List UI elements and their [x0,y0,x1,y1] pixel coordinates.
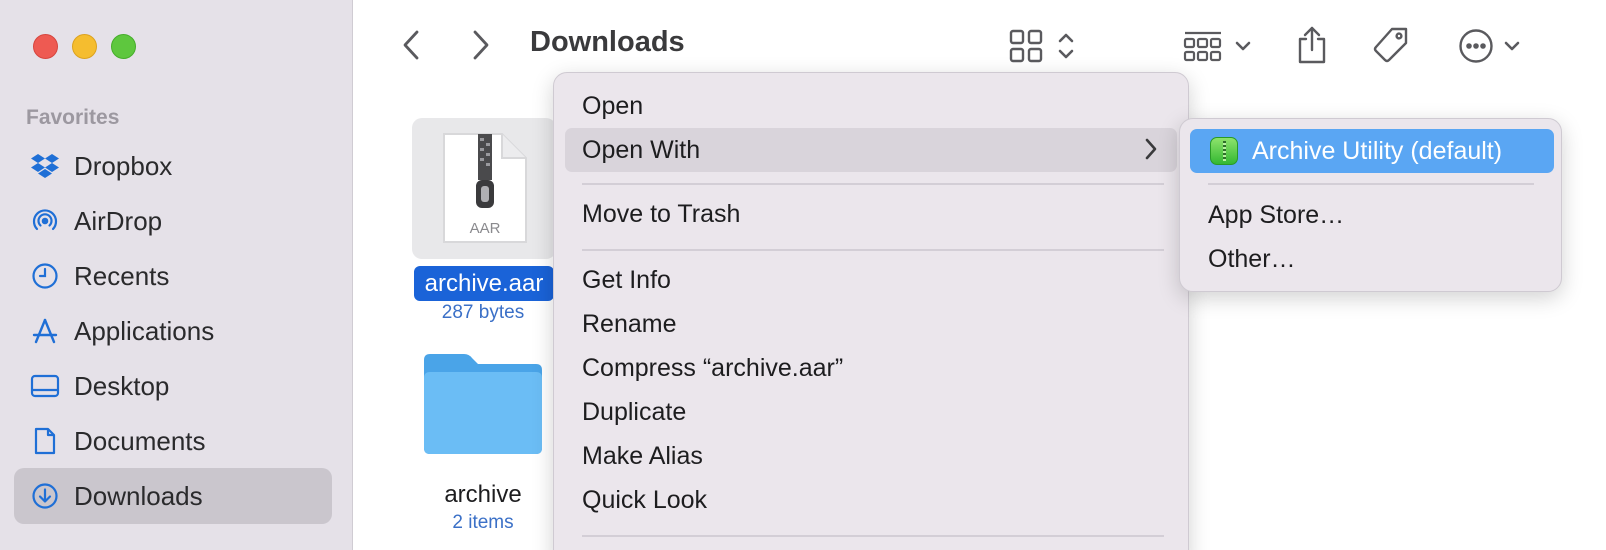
menu-item-rename[interactable]: Rename [582,303,677,345]
submenu-item-label: Archive Utility (default) [1252,136,1503,165]
ellipsis-circle-icon [1459,29,1493,63]
file-item-archive-aar[interactable]: AAR [412,118,556,259]
group-by-button[interactable] [1180,26,1254,66]
share-icon [1298,26,1326,64]
menu-item-open-with-label[interactable]: Open With [582,129,700,171]
forward-button[interactable] [466,28,496,62]
chevron-up-down-icon [1058,33,1074,59]
menu-separator [1208,183,1534,185]
sidebar-item-label: Downloads [74,480,203,511]
back-button[interactable] [396,28,426,62]
file-size-label: 287 bytes [441,302,525,323]
archive-utility-icon [1210,137,1238,165]
chevron-right-icon [473,30,489,60]
menu-item-move-to-trash[interactable]: Move to Trash [582,193,740,235]
chevron-down-icon [1504,41,1520,51]
folder-item-archive[interactable] [420,352,546,462]
document-icon [30,426,60,456]
dropbox-icon [30,151,60,181]
sidebar-item-dropbox[interactable]: Dropbox [14,138,332,194]
menu-item-open[interactable]: Open [582,85,643,127]
submenu-item-app-store[interactable]: App Store… [1208,195,1344,235]
open-with-submenu: Archive Utility (default) App Store… Oth… [1179,118,1562,292]
sidebar-item-downloads[interactable]: Downloads [14,468,332,524]
sidebar-item-desktop[interactable]: Desktop [14,358,332,414]
sidebar-item-label: Dropbox [74,150,173,181]
chevron-left-icon [403,30,419,60]
submenu-item-archive-utility[interactable]: Archive Utility (default) [1190,129,1554,173]
file-name-label[interactable]: archive.aar [414,266,554,301]
grid-view-icon [1009,29,1043,63]
menu-item-make-alias[interactable]: Make Alias [582,435,703,477]
airdrop-icon [30,206,60,236]
sidebar-item-label: Recents [74,260,170,291]
sidebar-item-label: Applications [74,315,215,346]
desktop-icon [30,371,60,401]
tags-button[interactable] [1370,24,1412,66]
menu-separator [582,183,1164,185]
file-type-badge: AAR [470,220,501,237]
window-controls [33,34,136,59]
minimize-window-button[interactable] [72,34,97,59]
zoom-window-button[interactable] [111,34,136,59]
menu-item-compress[interactable]: Compress “archive.aar” [582,347,843,389]
view-mode-button[interactable] [1002,26,1082,66]
download-icon [30,481,60,511]
sidebar: Favorites Dropbox AirDrop Recents Applic… [0,0,353,550]
group-grid-icon [1183,31,1222,62]
chevron-right-icon [1145,138,1157,160]
sidebar-item-recents[interactable]: Recents [14,248,332,304]
menu-item-get-info[interactable]: Get Info [582,259,671,301]
sidebar-item-label: AirDrop [74,205,163,236]
applications-icon [30,316,60,346]
window-title: Downloads [530,26,685,58]
share-button[interactable] [1294,22,1330,68]
folder-name-label[interactable]: archive [408,481,558,509]
menu-separator [582,249,1164,251]
sidebar-item-label: Documents [74,425,206,456]
close-window-button[interactable] [33,34,58,59]
submenu-item-other[interactable]: Other… [1208,239,1296,279]
sidebar-item-label: Desktop [74,370,170,401]
clock-icon [30,261,60,291]
menu-item-quick-look[interactable]: Quick Look [582,479,707,521]
sidebar-item-applications[interactable]: Applications [14,303,332,359]
menu-item-duplicate[interactable]: Duplicate [582,391,686,433]
menu-separator [582,535,1164,537]
zip-archive-icon: AAR [443,133,527,243]
tag-icon [1373,27,1408,63]
folder-count-label: 2 items [452,512,514,533]
chevron-down-icon [1235,41,1251,51]
folder-icon [424,354,542,454]
context-menu: Open Open With Move to Trash Get Info Re… [553,72,1189,550]
favorites-section-title: Favorites [26,106,120,129]
sidebar-item-airdrop[interactable]: AirDrop [14,193,332,249]
more-actions-button[interactable] [1452,26,1526,66]
sidebar-item-documents[interactable]: Documents [14,413,332,469]
